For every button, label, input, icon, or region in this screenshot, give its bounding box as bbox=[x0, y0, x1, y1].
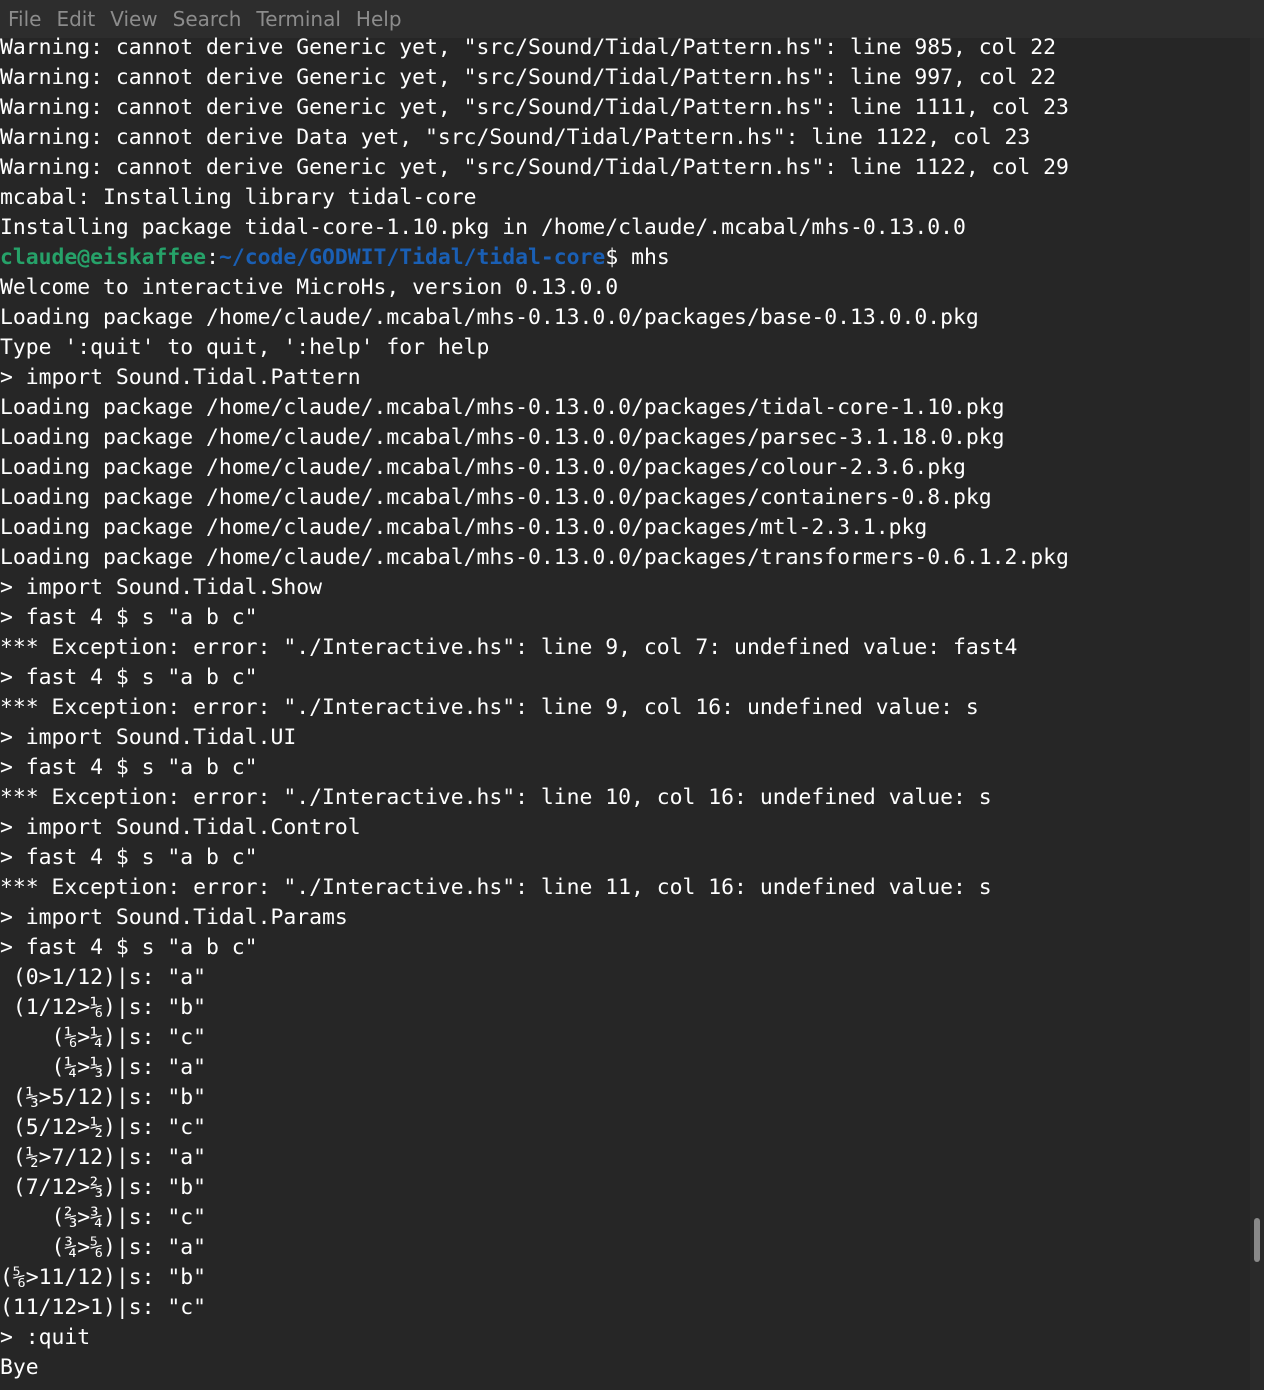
terminal-line: (⅙>¼)|s: "c" bbox=[0, 1025, 207, 1050]
terminal-line: (0>1/12)|s: "a" bbox=[0, 965, 207, 990]
terminal-line: > fast 4 $ s "a b c" bbox=[0, 845, 258, 870]
terminal-line: (7/12>⅔)|s: "b" bbox=[0, 1175, 207, 1200]
terminal-line: (½>7/12)|s: "a" bbox=[0, 1145, 207, 1170]
terminal-line: (11/12>1)|s: "c" bbox=[0, 1295, 207, 1320]
shell-prompt-line: claude@eiskaffee:~/code/GODWIT/Tidal/tid… bbox=[0, 243, 1248, 273]
terminal-output[interactable]: Warning: cannot derive Generic yet, "src… bbox=[0, 33, 1248, 1390]
terminal-line: Loading package /home/claude/.mcabal/mhs… bbox=[0, 455, 966, 480]
terminal-line: > fast 4 $ s "a b c" bbox=[0, 755, 258, 780]
terminal-line: Loading package /home/claude/.mcabal/mhs… bbox=[0, 425, 1005, 450]
terminal-line: > fast 4 $ s "a b c" bbox=[0, 935, 258, 960]
terminal-line: > import Sound.Tidal.Show bbox=[0, 575, 322, 600]
terminal-line: > import Sound.Tidal.Control bbox=[0, 815, 361, 840]
terminal-line: *** Exception: error: "./Interactive.hs"… bbox=[0, 635, 1018, 660]
terminal-line: Warning: cannot derive Generic yet, "src… bbox=[0, 65, 1057, 90]
terminal-line: mcabal: Installing library tidal-core bbox=[0, 185, 477, 210]
terminal-line: Warning: cannot derive Generic yet, "src… bbox=[0, 35, 1057, 60]
scrollbar-thumb[interactable] bbox=[1254, 1218, 1260, 1262]
terminal-line: Warning: cannot derive Generic yet, "src… bbox=[0, 95, 1069, 120]
terminal-line: > import Sound.Tidal.UI bbox=[0, 725, 297, 750]
terminal-line: > import Sound.Tidal.Params bbox=[0, 905, 348, 930]
scrollbar[interactable] bbox=[1250, 38, 1264, 1390]
prompt-symbol: $ bbox=[605, 245, 619, 270]
terminal-line: > :quit bbox=[0, 1325, 91, 1350]
terminal-line: Loading package /home/claude/.mcabal/mhs… bbox=[0, 515, 928, 540]
terminal-line: *** Exception: error: "./Interactive.hs"… bbox=[0, 875, 992, 900]
terminal-line: Welcome to interactive MicroHs, version … bbox=[0, 275, 619, 300]
terminal-line: > import Sound.Tidal.Pattern bbox=[0, 365, 361, 390]
prompt-user-host: claude@eiskaffee bbox=[0, 245, 207, 270]
terminal-line: Loading package /home/claude/.mcabal/mhs… bbox=[0, 395, 1005, 420]
terminal-line: Loading package /home/claude/.mcabal/mhs… bbox=[0, 485, 992, 510]
terminal-line: Warning: cannot derive Generic yet, "src… bbox=[0, 155, 1069, 180]
terminal-line: (⅔>¾)|s: "c" bbox=[0, 1205, 207, 1230]
terminal-line: (⅚>11/12)|s: "b" bbox=[0, 1265, 207, 1290]
terminal-line: Bye bbox=[0, 1355, 39, 1380]
terminal-line: (5/12>½)|s: "c" bbox=[0, 1115, 207, 1140]
terminal-window: File Edit View Search Terminal Help Warning: … bbox=[0, 0, 1264, 1390]
prompt-command: mhs bbox=[618, 245, 670, 270]
terminal-line: (⅓>5/12)|s: "b" bbox=[0, 1085, 207, 1110]
terminal-line: > fast 4 $ s "a b c" bbox=[0, 605, 258, 630]
terminal-line: *** Exception: error: "./Interactive.hs"… bbox=[0, 695, 979, 720]
prompt-separator: : bbox=[206, 245, 219, 270]
terminal-line: Loading package /home/claude/.mcabal/mhs… bbox=[0, 545, 1069, 570]
prompt-path: ~/code/GODWIT/Tidal/tidal-core bbox=[218, 245, 606, 270]
terminal-line: Installing package tidal-core-1.10.pkg i… bbox=[0, 215, 966, 240]
terminal-line: Warning: cannot derive Data yet, "src/So… bbox=[0, 125, 1031, 150]
terminal-line: Loading package /home/claude/.mcabal/mhs… bbox=[0, 305, 979, 330]
terminal-line: > fast 4 $ s "a b c" bbox=[0, 665, 258, 690]
terminal-line: (¼>⅓)|s: "a" bbox=[0, 1055, 207, 1080]
terminal-line: Type ':quit' to quit, ':help' for help bbox=[0, 335, 490, 360]
terminal-line: *** Exception: error: "./Interactive.hs"… bbox=[0, 785, 992, 810]
terminal-line: (¾>⅚)|s: "a" bbox=[0, 1235, 207, 1260]
terminal-line: (1/12>⅙)|s: "b" bbox=[0, 995, 207, 1020]
